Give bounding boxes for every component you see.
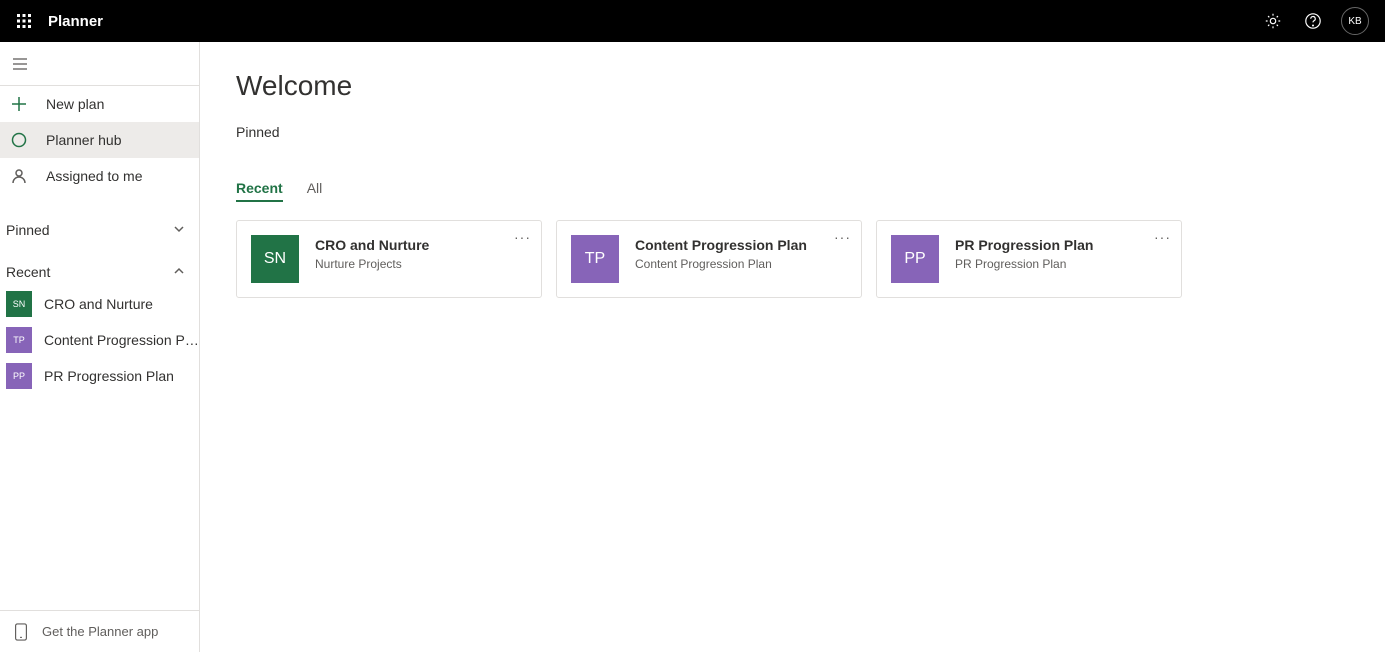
plan-subtitle: Nurture Projects: [315, 257, 429, 271]
plan-subtitle: Content Progression Plan: [635, 257, 807, 271]
plan-tile: PP: [891, 235, 939, 283]
mobile-icon: [14, 623, 28, 641]
chevron-up-icon: [173, 264, 185, 280]
main-content: Welcome Pinned Recent All SN CRO and Nur…: [200, 42, 1385, 652]
plan-subtitle: PR Progression Plan: [955, 257, 1093, 271]
hamburger-row: [0, 42, 199, 86]
help-icon[interactable]: [1293, 0, 1333, 42]
get-app-link[interactable]: Get the Planner app: [0, 610, 199, 652]
nav-assigned-to-me[interactable]: Assigned to me: [0, 158, 199, 194]
sidebar: New plan Planner hub Assigned to me Pinn…: [0, 42, 200, 652]
person-icon: [10, 167, 28, 185]
plan-tile: SN: [6, 291, 32, 317]
section-label: Recent: [6, 264, 50, 280]
plan-tile: PP: [6, 363, 32, 389]
app-name: Planner: [48, 13, 103, 30]
sidebar-plan-item[interactable]: PP PR Progression Plan: [0, 358, 199, 394]
settings-icon[interactable]: [1253, 0, 1293, 42]
plan-label: Content Progression Plan: [44, 332, 199, 348]
plan-title: Content Progression Plan: [635, 237, 807, 253]
tabs: Recent All: [236, 180, 1349, 202]
plan-label: CRO and Nurture: [44, 296, 153, 312]
plan-card[interactable]: PP PR Progression Plan PR Progression Pl…: [876, 220, 1182, 298]
plan-title: PR Progression Plan: [955, 237, 1093, 253]
section-label: Pinned: [6, 222, 50, 238]
nav-label: Assigned to me: [46, 168, 143, 184]
plan-tile: SN: [251, 235, 299, 283]
sidebar-section-pinned[interactable]: Pinned: [0, 212, 199, 244]
top-bar: Planner KB: [0, 0, 1385, 42]
avatar[interactable]: KB: [1341, 7, 1369, 35]
nav-label: New plan: [46, 96, 104, 112]
page-title: Welcome: [236, 70, 1349, 102]
circle-icon: [10, 131, 28, 149]
more-icon[interactable]: ···: [514, 229, 531, 245]
nav-new-plan[interactable]: New plan: [0, 86, 199, 122]
plan-title: CRO and Nurture: [315, 237, 429, 253]
plan-tile: TP: [6, 327, 32, 353]
more-icon[interactable]: ···: [1154, 229, 1171, 245]
nav-label: Planner hub: [46, 132, 122, 148]
chevron-down-icon: [173, 222, 185, 238]
nav-planner-hub[interactable]: Planner hub: [0, 122, 199, 158]
app-launcher-icon[interactable]: [8, 5, 40, 37]
tab-recent[interactable]: Recent: [236, 180, 283, 202]
get-app-label: Get the Planner app: [42, 624, 158, 639]
plan-card[interactable]: SN CRO and Nurture Nurture Projects ···: [236, 220, 542, 298]
more-icon[interactable]: ···: [834, 229, 851, 245]
tab-all[interactable]: All: [307, 180, 323, 202]
plan-cards: SN CRO and Nurture Nurture Projects ··· …: [236, 220, 1349, 298]
plan-card[interactable]: TP Content Progression Plan Content Prog…: [556, 220, 862, 298]
plus-icon: [10, 95, 28, 113]
sidebar-plan-item[interactable]: SN CRO and Nurture: [0, 286, 199, 322]
sidebar-plan-item[interactable]: TP Content Progression Plan: [0, 322, 199, 358]
plan-label: PR Progression Plan: [44, 368, 174, 384]
hamburger-icon[interactable]: [12, 56, 28, 72]
sidebar-section-recent[interactable]: Recent: [0, 254, 199, 286]
pinned-section-label: Pinned: [236, 124, 1349, 140]
plan-tile: TP: [571, 235, 619, 283]
